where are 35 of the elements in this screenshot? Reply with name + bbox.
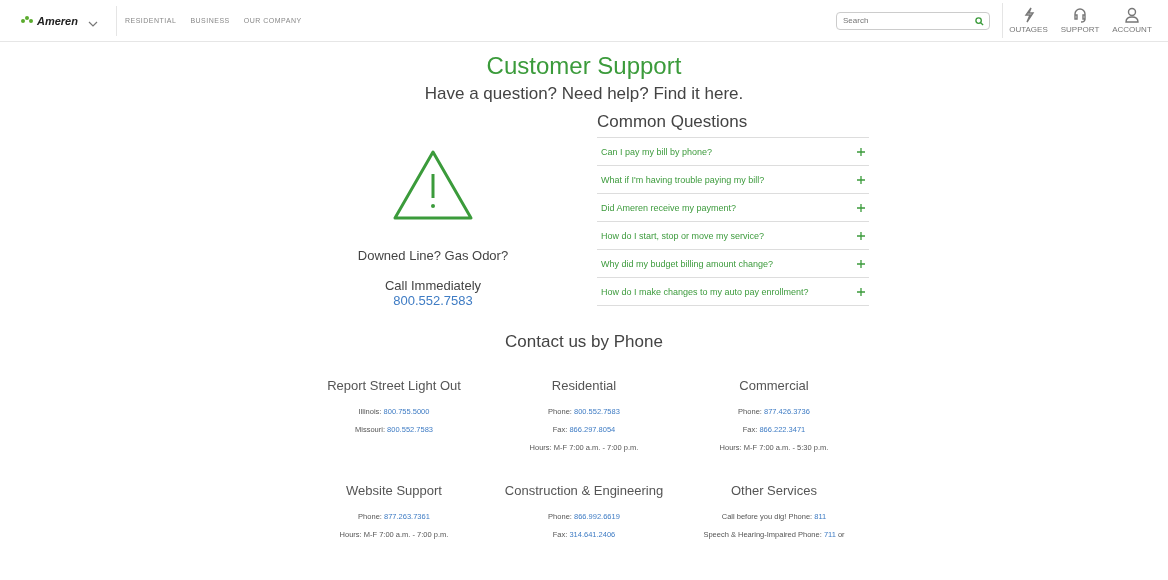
faq-item[interactable]: Can I pay my bill by phone? — [597, 137, 869, 165]
plus-icon — [857, 231, 865, 240]
call-text: Call Immediately — [384, 278, 482, 293]
headset-icon — [1072, 7, 1088, 23]
support-button[interactable]: SUPPORT — [1054, 3, 1106, 38]
faq-item[interactable]: What if I'm having trouble paying my bill? — [597, 165, 869, 193]
group-title: Commercial — [739, 378, 809, 393]
person-icon — [1125, 7, 1139, 23]
outages-button[interactable]: OUTAGES — [1002, 3, 1054, 38]
page-title: Customer Support — [486, 52, 682, 80]
group-title: Website Support — [346, 483, 442, 498]
emergency-heading: Downed Line? Gas Odor? — [357, 248, 509, 263]
faq-item[interactable]: Why did my budget billing amount change? — [597, 249, 869, 277]
plus-icon — [857, 175, 865, 184]
faq-item[interactable]: Did Ameren receive my payment? — [597, 193, 869, 221]
account-button[interactable]: ACCOUNT — [1106, 3, 1158, 38]
plus-icon — [857, 147, 865, 156]
lightning-icon — [1022, 7, 1035, 23]
group-title: Report Street Light Out — [327, 378, 461, 393]
plus-icon — [857, 203, 865, 212]
group-title: Construction & Engineering — [504, 483, 664, 498]
search-field[interactable]: Search — [836, 11, 990, 30]
logo[interactable]: Ameren — [20, 14, 78, 27]
chevron-down-icon[interactable] — [87, 19, 98, 28]
page-subtitle: Have a question? Need help? Find it here. — [424, 84, 744, 104]
group-title: Residential — [551, 378, 617, 393]
phone-link[interactable]: 800.552.7583 — [393, 293, 473, 308]
plus-icon — [857, 287, 865, 296]
search-icon[interactable] — [975, 16, 984, 26]
plus-icon — [857, 259, 865, 268]
faq-item[interactable]: How do I make changes to my auto pay enrollment? — [597, 277, 869, 306]
section-title: Contact us by Phone — [505, 332, 663, 352]
faq-title: Common Questions — [597, 112, 749, 132]
group-title: Other Services — [731, 483, 817, 498]
faq-item[interactable]: How do I start, stop or move my service? — [597, 221, 869, 249]
